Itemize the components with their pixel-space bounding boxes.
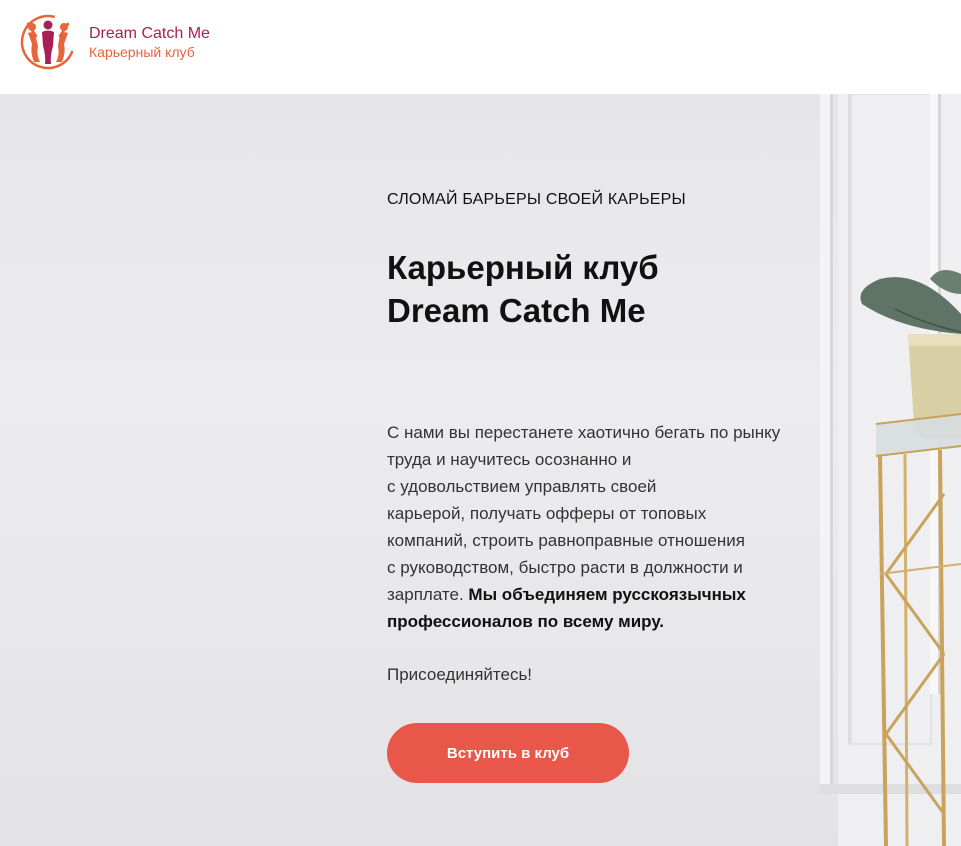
hero-title-line-2: Dream Catch Me <box>387 292 646 329</box>
join-club-button[interactable]: Вступить в клуб <box>387 723 629 783</box>
join-text: Присоединяйтесь! <box>387 665 533 684</box>
description-line: карьерой, получать офферы от топовых <box>387 504 707 523</box>
hero-description: С нами вы перестанете хаотично бегать по… <box>387 419 792 635</box>
site-header: Dream Catch Me Карьерный клуб <box>0 0 961 94</box>
description-line: профессионалов по всему миру. <box>387 608 792 635</box>
logo[interactable]: Dream Catch Me Карьерный клуб <box>20 14 210 70</box>
description-line: с удовольствием управлять своей <box>387 477 657 496</box>
description-line: с руководством, быстро расти в должности… <box>387 558 743 577</box>
description-line: зарплате. Мы объединяем русскоязычных <box>387 581 792 608</box>
description-tail-bold: Мы объединяем русскоязычных <box>468 585 746 604</box>
description-line: С нами вы перестанете хаотично бегать по… <box>387 423 781 442</box>
hero-title-line-1: Карьерный клуб <box>387 249 659 286</box>
description-tail-plain: зарплате. <box>387 585 469 604</box>
description-line: труда и научитесь осознанно и <box>387 450 632 469</box>
hero-eyebrow: СЛОМАЙ БАРЬЕРЫ СВОЕЙ КАРЬЕРЫ <box>387 191 686 208</box>
description-last-bold: профессионалов по всему миру. <box>387 612 665 631</box>
logo-people-icon <box>20 14 76 70</box>
hero-title: Карьерный клуб Dream Catch Me <box>387 246 659 332</box>
logo-tagline: Карьерный клуб <box>89 43 195 60</box>
description-line: компаний, строить равноправные отношения <box>387 531 745 550</box>
logo-name: Dream Catch Me <box>89 24 210 42</box>
